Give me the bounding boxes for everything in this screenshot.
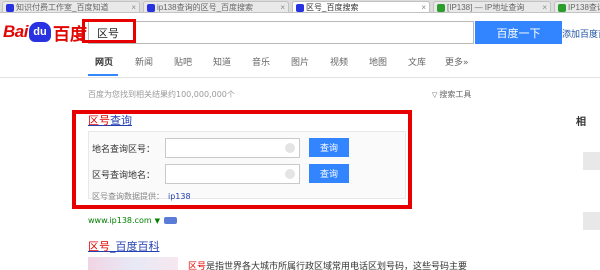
baidu-favicon-icon: [147, 3, 155, 12]
query-highlight-box: [82, 19, 136, 43]
ip138-favicon-icon: [558, 3, 566, 12]
close-icon[interactable]: ×: [421, 3, 426, 12]
browser-tab-title: [IP138] — IP地址查询: [447, 3, 525, 12]
dropdown-caret-icon[interactable]: ▼: [155, 217, 160, 225]
result-description: 区号是指世界各大城市所属行政区域常用电话区划号码，这些号码主要: [188, 259, 467, 270]
sidebar-related-heading: 相: [576, 117, 586, 128]
close-icon[interactable]: ×: [542, 3, 547, 12]
browser-tab-title: ip138查询的区号_百度搜索: [157, 3, 254, 12]
browser-tab-title: 区号_百度搜索: [306, 3, 359, 12]
close-icon[interactable]: ×: [131, 3, 136, 12]
funnel-icon: ▽: [432, 90, 438, 99]
desc-keyword: 区号: [188, 262, 207, 270]
widget-highlight-box: [72, 110, 412, 209]
browser-tab-strip: 知识付费工作室_百度知道 × ip138查询的区号_百度搜索 × 区号_百度搜索…: [0, 0, 600, 13]
search-input[interactable]: [89, 22, 473, 43]
baidu-favicon-icon: [296, 3, 304, 12]
browser-tab-3[interactable]: 区号_百度搜索 ×: [292, 1, 430, 12]
result-count: 百度为您找到相关结果约100,000,000个: [88, 90, 235, 99]
title-keyword: 区号: [88, 240, 110, 253]
category-tabs: 网页 新闻 贴吧 知道 音乐 图片 视频 地图 文库 更多»: [0, 55, 600, 77]
tab-more[interactable]: 更多»: [445, 55, 469, 68]
baidu-logo[interactable]: Bai du 百度: [3, 19, 87, 45]
tab-music[interactable]: 音乐: [252, 55, 270, 68]
browser-tab-5[interactable]: IP138查询: [554, 1, 600, 12]
tab-images[interactable]: 图片: [291, 55, 309, 68]
tab-video[interactable]: 视频: [330, 55, 348, 68]
desc-rest: 是指世界各大城市所属行政区域常用电话区划号码，这些号码主要: [206, 262, 468, 270]
verified-badge-icon: [164, 217, 178, 224]
active-tab-underline: [88, 74, 118, 76]
browser-tab-1[interactable]: 知识付费工作室_百度知道 ×: [2, 1, 140, 12]
tab-wenku[interactable]: 文库: [408, 55, 426, 68]
browser-tab-4[interactable]: [IP138] — IP地址查询 ×: [433, 1, 551, 12]
sidebar-thumbnail[interactable]: [583, 212, 600, 230]
browser-tab-title: 知识付费工作室_百度知道: [16, 3, 109, 12]
logo-latin: Bai: [3, 22, 28, 41]
result-url: www.ip138.com: [88, 216, 152, 225]
result-thumbnail[interactable]: [88, 257, 178, 270]
search-button[interactable]: 百度一下: [475, 21, 562, 44]
paw-icon: du: [28, 22, 51, 42]
search-tools-label: 搜索工具: [439, 90, 472, 99]
add-homepage-link[interactable]: 添加百度首: [562, 27, 600, 40]
result-title-baike[interactable]: 区号_百度百科: [88, 238, 160, 254]
search-tools-button[interactable]: ▽ 搜索工具: [432, 89, 471, 100]
tab-map[interactable]: 地图: [369, 55, 387, 68]
baidu-favicon-icon: [6, 3, 14, 12]
tab-news[interactable]: 新闻: [135, 55, 153, 68]
tab-zhidao[interactable]: 知道: [213, 55, 231, 68]
browser-tab-2[interactable]: ip138查询的区号_百度搜索 ×: [143, 1, 289, 12]
tab-webpage[interactable]: 网页: [95, 55, 113, 68]
result-url-line[interactable]: www.ip138.com ▼: [88, 216, 178, 225]
tab-tieba[interactable]: 贴吧: [174, 55, 192, 68]
browser-tab-title: IP138查询: [568, 3, 600, 12]
ip138-favicon-icon: [437, 3, 445, 12]
close-icon[interactable]: ×: [280, 3, 285, 12]
sidebar-thumbnail[interactable]: [583, 152, 600, 170]
title-rest: _百度百科: [110, 240, 160, 253]
nav-divider: [0, 77, 600, 78]
search-box: [88, 21, 474, 44]
